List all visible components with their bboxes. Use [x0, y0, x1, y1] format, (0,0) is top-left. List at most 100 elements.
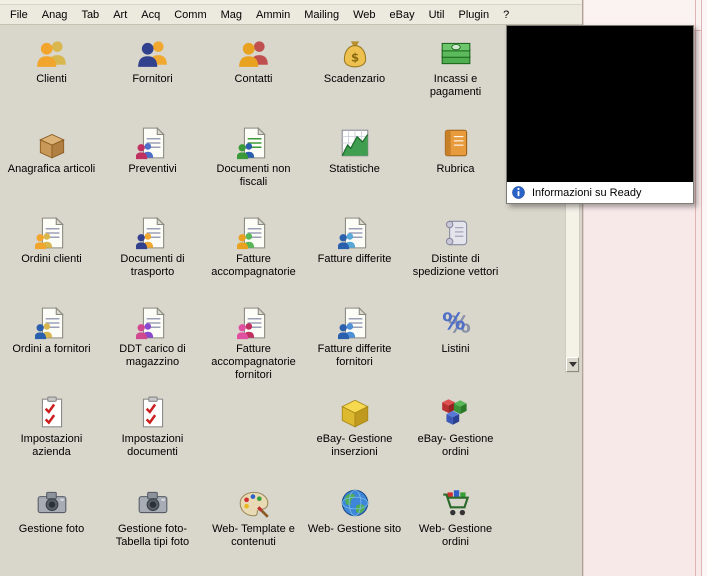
menubar-item-help[interactable]: ?	[496, 7, 516, 23]
launcher-label: Scadenzario	[323, 73, 386, 85]
launcher-documenti-non-fiscali[interactable]: Documenti non fiscali	[203, 120, 304, 210]
suppliers-icon	[136, 36, 170, 70]
help-dropdown-menu: Informazioni su Ready	[506, 25, 694, 204]
contacts-icon	[237, 36, 271, 70]
launcher-preventivi[interactable]: Preventivi	[102, 120, 203, 210]
launcher-fatture-accompagnatorie[interactable]: Fatture accompagnatorie	[203, 210, 304, 300]
menubar-item-anag[interactable]: Anag	[35, 7, 75, 23]
document-people-icon	[34, 306, 69, 340]
launcher-grid: Clienti Fornitori Contatti Scadenzario I…	[1, 30, 506, 570]
launcher-listini[interactable]: Listini	[405, 300, 506, 390]
document-people-icon	[135, 216, 170, 250]
document-people-icon	[135, 306, 170, 340]
document-people-icon	[337, 216, 372, 250]
launcher-contatti[interactable]: Contatti	[203, 30, 304, 120]
launcher-label: eBay- Gestione ordini	[417, 433, 494, 458]
chevron-down-icon	[568, 362, 577, 371]
launcher-impostazioni-documenti[interactable]: Impostazioni documenti	[102, 390, 203, 480]
launcher-fatture-differite-fornitori[interactable]: Fatture differite fornitori	[304, 300, 405, 390]
menubar-item-ebay[interactable]: eBay	[383, 7, 422, 23]
launcher-label: Contatti	[234, 73, 273, 85]
launcher-web-sito[interactable]: Web- Gestione sito	[304, 480, 405, 570]
menubar-item-web[interactable]: Web	[346, 7, 382, 23]
cart-icon	[439, 486, 473, 520]
menu-item-label: Informazioni su Ready	[532, 186, 642, 199]
info-icon	[511, 185, 526, 200]
launcher-label: Gestione foto	[18, 523, 85, 535]
launcher-gestione-foto-tipi[interactable]: Gestione foto- Tabella tipi foto	[102, 480, 203, 570]
menubar-item-mailing[interactable]: Mailing	[297, 7, 346, 23]
launcher-rubrica[interactable]: Rubrica	[405, 120, 506, 210]
right-panel-edge	[701, 0, 707, 576]
launcher-label: Fornitori	[132, 73, 173, 85]
menubar-item-ammin[interactable]: Ammin	[249, 7, 297, 23]
menubar-item-plugin[interactable]: Plugin	[452, 7, 497, 23]
menu-item-informazioni[interactable]: Informazioni su Ready	[507, 182, 693, 203]
menubar-item-util[interactable]: Util	[422, 7, 452, 23]
launcher-web-template[interactable]: Web- Template e contenuti	[203, 480, 304, 570]
scrollbar-down-button[interactable]	[566, 357, 579, 372]
launcher-ebay-ordini[interactable]: eBay- Gestione ordini	[405, 390, 506, 480]
launcher-label: Distinte di spedizione vettori	[412, 253, 499, 278]
launcher-label: Ordini a fornitori	[12, 343, 91, 355]
launcher-scadenzario[interactable]: Scadenzario	[304, 30, 405, 120]
menubar-item-file[interactable]: File	[3, 7, 35, 23]
launcher-distinte-spedizione[interactable]: Distinte di spedizione vettori	[405, 210, 506, 300]
chart-icon	[338, 126, 372, 160]
address-book-icon	[439, 126, 473, 160]
launcher-fatture-differite[interactable]: Fatture differite	[304, 210, 405, 300]
launcher-label: Impostazioni documenti	[121, 433, 184, 458]
document-people-icon	[34, 216, 69, 250]
empty-grid-cell	[203, 390, 304, 480]
document-people-icon	[337, 306, 372, 340]
launcher-fornitori[interactable]: Fornitori	[102, 30, 203, 120]
menubar-item-comm[interactable]: Comm	[167, 7, 213, 23]
launcher-label: Gestione foto- Tabella tipi foto	[115, 523, 190, 548]
menubar-item-art[interactable]: Art	[106, 7, 134, 23]
launcher-documenti-trasporto[interactable]: Documenti di trasporto	[102, 210, 203, 300]
menubar-item-mag[interactable]: Mag	[214, 7, 249, 23]
document-people-icon	[236, 216, 271, 250]
launcher-label: Web- Gestione ordini	[418, 523, 493, 548]
launcher-incassi-pagamenti[interactable]: Incassi e pagamenti	[405, 30, 506, 120]
launcher-web-ordini[interactable]: Web- Gestione ordini	[405, 480, 506, 570]
launcher-impostazioni-azienda[interactable]: Impostazioni azienda	[1, 390, 102, 480]
redacted-area	[507, 26, 693, 182]
document-people-icon	[236, 126, 271, 160]
launcher-label: Fatture differite	[317, 253, 392, 265]
cash-stack-icon	[439, 36, 473, 70]
launcher-label: Web- Gestione sito	[307, 523, 402, 535]
launcher-label: Impostazioni azienda	[20, 433, 83, 458]
cubes-icon	[439, 396, 473, 430]
launcher-label: eBay- Gestione inserzioni	[316, 433, 393, 458]
launcher-label: Statistiche	[329, 163, 380, 175]
launcher-anagrafica-articoli[interactable]: Anagrafica articoli	[1, 120, 102, 210]
launcher-label: Documenti non fiscali	[216, 163, 291, 188]
launcher-ebay-inserzioni[interactable]: eBay- Gestione inserzioni	[304, 390, 405, 480]
vertical-divider	[695, 0, 696, 576]
menubar-item-tab[interactable]: Tab	[74, 7, 106, 23]
launcher-label: Documenti di trasporto	[120, 253, 185, 278]
cube-icon	[338, 396, 372, 430]
launcher-ddt-carico[interactable]: DDT carico di magazzino	[102, 300, 203, 390]
launcher-clienti[interactable]: Clienti	[1, 30, 102, 120]
launcher-label: Incassi e pagamenti	[429, 73, 482, 98]
camera-icon	[35, 486, 69, 520]
document-people-icon	[236, 306, 271, 340]
menubar-item-acq[interactable]: Acq	[134, 7, 167, 23]
launcher-fatture-accompagnatorie-fornitori[interactable]: Fatture accompagnatorie fornitori	[203, 300, 304, 390]
palette-icon	[237, 486, 271, 520]
globe-icon	[338, 486, 372, 520]
launcher-label: Ordini clienti	[21, 253, 82, 265]
launcher-gestione-foto[interactable]: Gestione foto	[1, 480, 102, 570]
launcher-ordini-clienti[interactable]: Ordini clienti	[1, 210, 102, 300]
launcher-statistiche[interactable]: Statistiche	[304, 120, 405, 210]
clients-icon	[35, 36, 69, 70]
scroll-icon	[439, 216, 473, 250]
launcher-label: Anagrafica articoli	[7, 163, 96, 175]
launcher-ordini-fornitori[interactable]: Ordini a fornitori	[1, 300, 102, 390]
launcher-label: Preventivi	[128, 163, 177, 175]
launcher-label: Fatture accompagnatorie	[211, 253, 296, 278]
main-application-area: File Anag Tab Art Acq Comm Mag Ammin Mai…	[0, 0, 583, 576]
document-people-icon	[135, 126, 170, 160]
